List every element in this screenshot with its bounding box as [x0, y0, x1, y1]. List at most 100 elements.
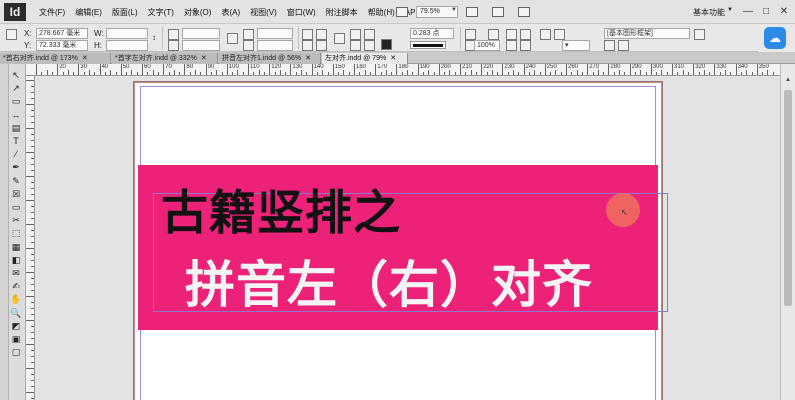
rectangle-icon[interactable]: ▭	[10, 202, 22, 213]
rectangle-frame-icon[interactable]: ☒	[10, 189, 22, 200]
vertical-scrollbar[interactable]: ▲	[780, 64, 795, 400]
flip-vertical-icon[interactable]	[316, 40, 327, 51]
x-position-field[interactable]: 278.667 毫米	[36, 28, 88, 39]
ruler-label: 330	[716, 64, 727, 70]
free-transform-icon[interactable]: ⬚	[10, 228, 22, 239]
headline-line-1[interactable]: 古籍竖排之	[161, 184, 401, 244]
chevron-down-icon[interactable]: ▼	[451, 7, 457, 13]
gap-icon[interactable]: ↔	[10, 110, 22, 121]
fill-type-field[interactable]: ▾	[562, 40, 590, 51]
scale-y-field[interactable]	[182, 40, 220, 51]
tab-third-document[interactable]: 拼音左对齐1.indd @ 56% ✕	[219, 53, 321, 64]
fit-content-icon[interactable]	[520, 40, 531, 51]
workspace-switcher[interactable]: 基本功能	[693, 7, 725, 18]
zoom-icon[interactable]: 🔍	[10, 308, 22, 319]
headline-line-2[interactable]: 拼音左（右）对齐	[185, 254, 593, 316]
align-center-icon[interactable]	[618, 40, 629, 51]
stroke-weight-field[interactable]: 0.283 点	[410, 28, 454, 39]
line-icon[interactable]: ∕	[10, 149, 22, 160]
menu-item[interactable]: 视图(V)	[245, 7, 282, 18]
align-left-icon[interactable]	[604, 40, 615, 51]
object-style-select[interactable]: [基本图形框架]	[604, 28, 690, 39]
content-grabber-icon[interactable]	[554, 29, 565, 40]
arrange-documents-icon[interactable]	[518, 7, 530, 17]
flip-horizontal-icon[interactable]	[302, 40, 313, 51]
gradient-icon[interactable]: ▦	[10, 242, 22, 253]
select-next-icon[interactable]	[364, 40, 375, 51]
auto-fit-icon[interactable]	[540, 29, 551, 40]
p-icon[interactable]	[334, 33, 345, 44]
chevron-down-icon[interactable]: ▼	[727, 7, 733, 13]
shear-field[interactable]	[257, 40, 293, 51]
select-previous-icon[interactable]	[350, 40, 361, 51]
text-wrap-none-icon[interactable]	[506, 29, 517, 40]
scrollbar-thumb[interactable]	[784, 90, 792, 306]
menu-item[interactable]: 对象(O)	[179, 7, 217, 18]
menu-item[interactable]: 窗口(W)	[282, 7, 321, 18]
ruler-minor-tick	[62, 72, 64, 75]
pasteboard[interactable]: 古籍竖排之 拼音左（右）对齐 ↖	[35, 76, 780, 400]
stroke-type-swatch[interactable]	[410, 41, 446, 49]
close-tab-icon[interactable]: ✕	[201, 55, 207, 62]
menu-item[interactable]: 版面(L)	[107, 7, 143, 18]
view-options-icon[interactable]	[466, 7, 478, 17]
rotate-90-ccw-icon[interactable]	[316, 29, 327, 40]
width-field[interactable]	[106, 28, 148, 39]
scroll-up-icon[interactable]: ▲	[785, 77, 791, 83]
toolbox-gripper[interactable]	[0, 64, 9, 400]
y-position-field[interactable]: 72.333 毫米	[36, 40, 88, 51]
menu-item[interactable]: 帮助(H)	[363, 7, 400, 18]
fit-frame-icon[interactable]	[506, 40, 517, 51]
select-container-icon[interactable]	[350, 29, 361, 40]
vertical-ruler[interactable]	[26, 76, 35, 400]
hand-icon[interactable]: ✋	[10, 294, 22, 305]
page-icon[interactable]: ▭	[10, 96, 22, 107]
note-icon[interactable]: ✉	[10, 268, 22, 279]
view-mode-icon[interactable]: ▢	[10, 347, 22, 358]
close-tab-icon[interactable]: ✕	[390, 55, 396, 62]
fx-icon[interactable]	[488, 29, 499, 40]
constrain-proportions-icon[interactable]: ↕	[152, 33, 156, 42]
reference-point-icon[interactable]	[6, 29, 17, 40]
select-content-icon[interactable]	[364, 29, 375, 40]
height-field[interactable]	[106, 40, 148, 51]
type-icon[interactable]: T	[10, 136, 22, 147]
stroke-swatch[interactable]	[381, 39, 392, 50]
menu-item[interactable]: 文件(F)	[34, 7, 70, 18]
apply-color-icon[interactable]: ▣	[10, 334, 22, 345]
creative-cloud-button[interactable]: ☁	[758, 24, 795, 52]
fill-stroke-icon[interactable]: ◩	[10, 321, 22, 332]
ruler-minor-tick	[677, 72, 679, 75]
tab-first-document[interactable]: *首右对齐.indd @ 173% ✕	[0, 53, 111, 64]
bridge-icon[interactable]	[396, 7, 408, 17]
eyedropper-icon[interactable]: ✍	[10, 281, 22, 292]
pen-icon[interactable]: ✒	[10, 162, 22, 173]
menu-item[interactable]: 表(A)	[216, 7, 245, 18]
scissors-icon[interactable]: ✂	[10, 215, 22, 226]
minimize-button[interactable]: —	[741, 5, 755, 19]
direct-select-icon[interactable]: ↗	[10, 83, 22, 94]
rotate-90-cw-icon[interactable]	[302, 29, 313, 40]
menu-item[interactable]: 文字(T)	[143, 7, 179, 18]
select-icon[interactable]: ↖	[10, 70, 22, 81]
close-tab-icon[interactable]: ✕	[305, 55, 311, 62]
tab-active-document[interactable]: 左对齐.indd @ 79% ✕	[322, 53, 408, 64]
horizontal-ruler[interactable]: 20 30 40 50 60 70 80 90 100 110 120 130 140 150 160 170…	[26, 64, 795, 76]
object-style-options-icon[interactable]	[694, 29, 705, 40]
maximize-button[interactable]: □	[759, 5, 773, 19]
close-tab-icon[interactable]: ✕	[82, 55, 88, 62]
opacity-field[interactable]: 100%	[474, 40, 500, 51]
menu-item[interactable]: 附注脚本	[321, 7, 363, 18]
scale-x-field[interactable]	[182, 28, 220, 39]
pencil-icon[interactable]: ✎	[10, 176, 22, 187]
gradient-feather-icon[interactable]: ◧	[10, 255, 22, 266]
close-button[interactable]: ✕	[777, 5, 791, 19]
rotation-field[interactable]	[257, 28, 293, 39]
tab-second-document[interactable]: *首字左对齐.indd @ 332% ✕	[112, 53, 218, 64]
link-icon[interactable]	[227, 33, 238, 44]
menu-item[interactable]: 编辑(E)	[70, 7, 107, 18]
screen-mode-icon[interactable]	[492, 7, 504, 17]
content-collector-icon[interactable]: ▤	[10, 123, 22, 134]
text-wrap-bounding-icon[interactable]	[520, 29, 531, 40]
effects-icon[interactable]	[465, 29, 476, 40]
